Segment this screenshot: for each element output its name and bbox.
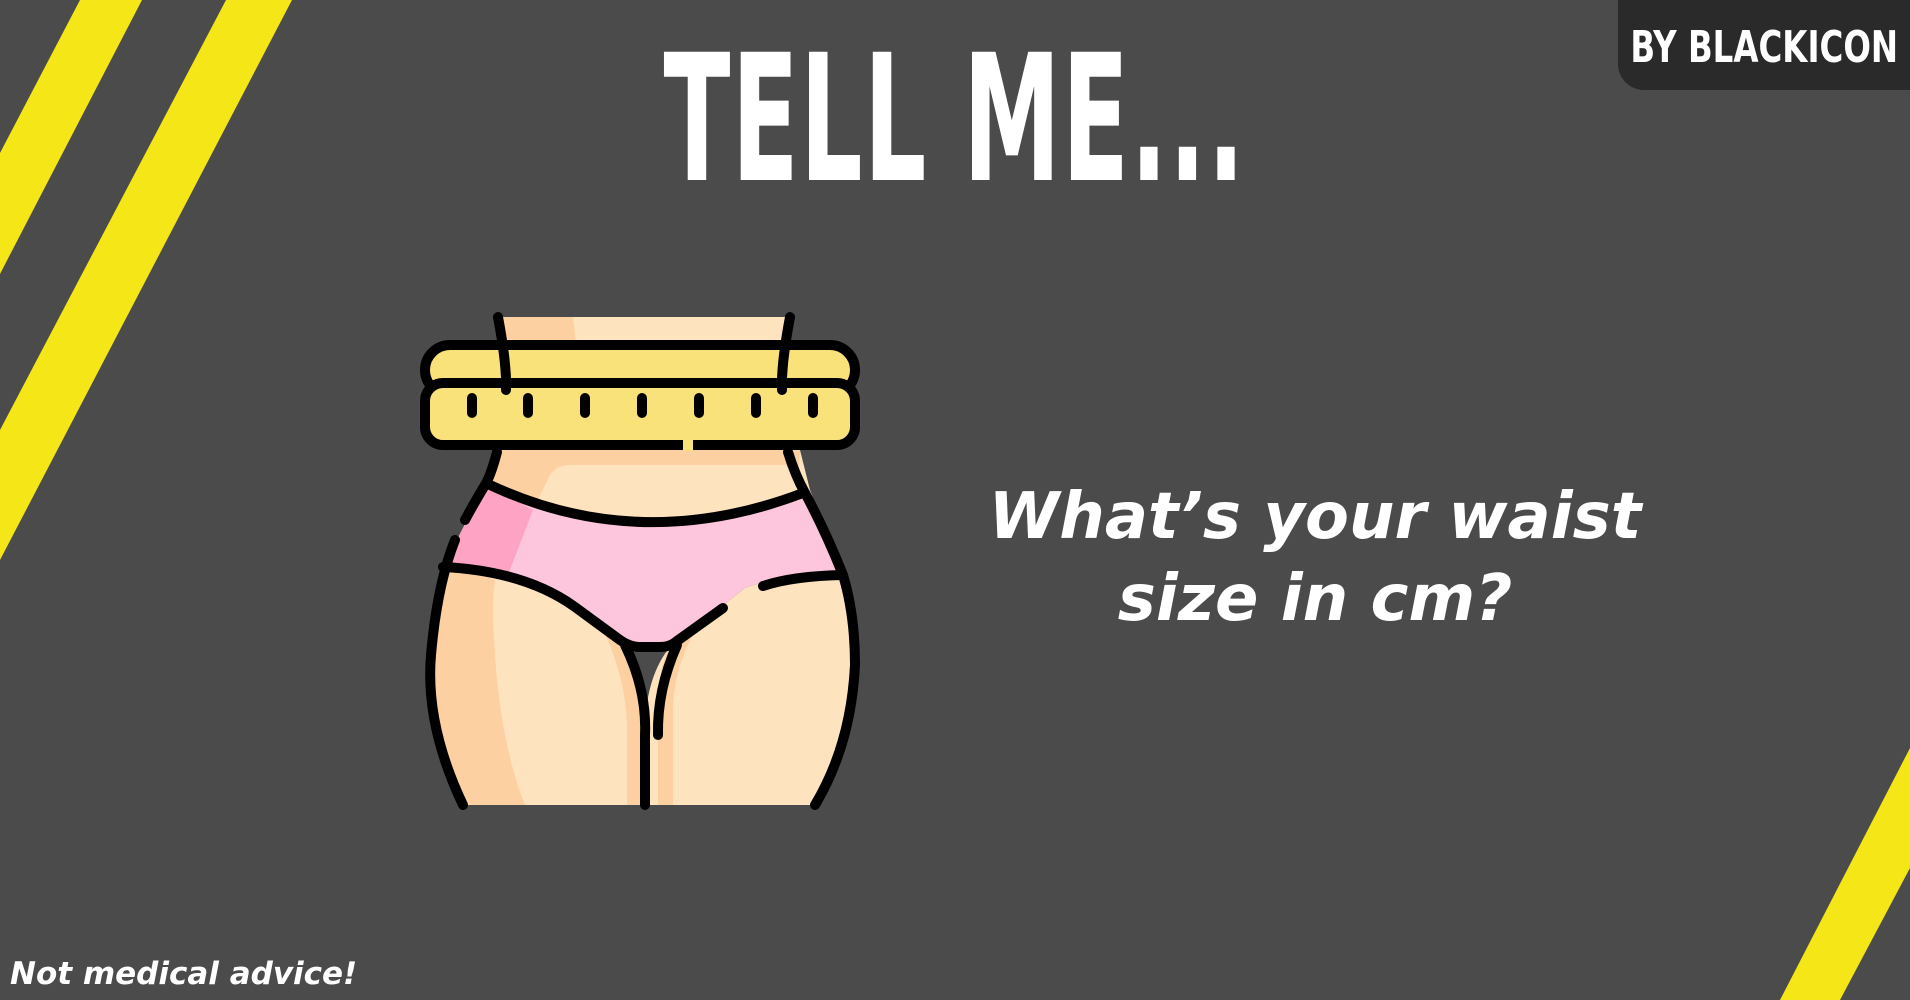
slide-canvas: BY BLACKICON TELL ME... What’s your wais… xyxy=(0,0,1910,1000)
question-text: What’s your waist size in cm? xyxy=(975,476,1655,640)
question-line-2: size in cm? xyxy=(1117,562,1513,636)
disclaimer-text: Not medical advice! xyxy=(10,956,358,992)
page-title-text: TELL ME... xyxy=(663,17,1247,222)
question-line-1: What’s your waist xyxy=(988,480,1642,554)
waist-measurement-icon xyxy=(420,312,860,810)
page-title: TELL ME... xyxy=(0,32,1910,208)
